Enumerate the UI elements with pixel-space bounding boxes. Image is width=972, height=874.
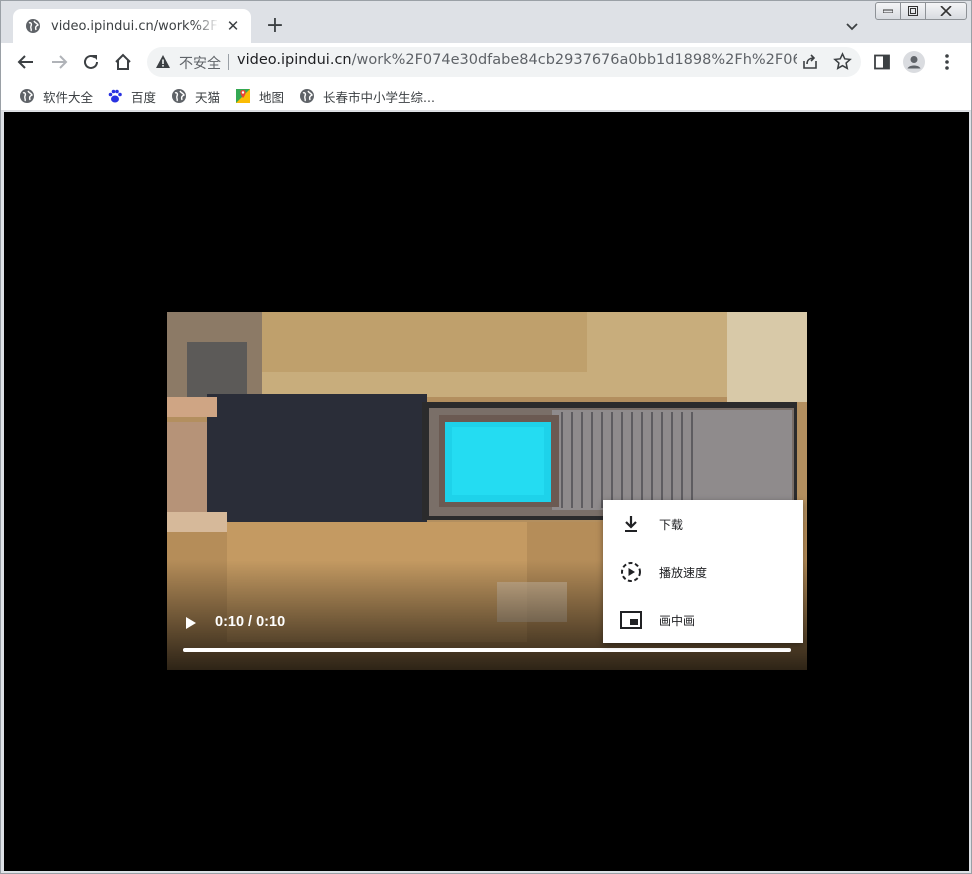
page-content: 0:10 / 0:10 下载 播放速度 画中画 xyxy=(4,112,969,871)
url-path: /work%2F074e30dfabe84cb2937676a0bb1d1898… xyxy=(351,52,797,68)
tab-search-chevron-icon[interactable] xyxy=(843,17,861,35)
tab-title: video.ipindui.cn/work%2F074e30dfabe84cb2… xyxy=(51,18,219,34)
progress-bar[interactable] xyxy=(183,648,791,652)
url-host: video.ipindui.cn xyxy=(237,52,352,68)
home-button[interactable] xyxy=(111,50,135,74)
browser-tab[interactable]: video.ipindui.cn/work%2F074e30dfabe84cb2… xyxy=(13,9,251,43)
bookmark-label: 百度 xyxy=(131,89,157,105)
bookmark-item[interactable]: 长春市中小学生综... xyxy=(299,86,435,106)
new-tab-button[interactable]: + xyxy=(263,15,287,39)
tab-strip: video.ipindui.cn/work%2F074e30dfabe84cb2… xyxy=(1,1,971,43)
forward-arrow-icon xyxy=(52,55,68,69)
bookmark-item[interactable]: 软件大全 xyxy=(19,86,93,106)
menu-item-label: 播放速度 xyxy=(659,565,708,580)
maps-icon xyxy=(236,89,250,103)
progress-fill xyxy=(183,648,791,652)
close-window-button[interactable] xyxy=(925,2,967,20)
baidu-paw-icon xyxy=(108,89,122,103)
browser-toolbar: 不安全 video.ipindui.cn/work%2F074e30dfabe8… xyxy=(1,43,971,81)
profile-button[interactable] xyxy=(902,50,926,74)
url-text[interactable]: video.ipindui.cn/work%2F074e30dfabe84cb2… xyxy=(237,52,797,68)
playback-speed-icon xyxy=(619,560,643,584)
restore-icon xyxy=(908,6,918,16)
menu-item-picture-in-picture[interactable]: 画中画 xyxy=(603,598,803,642)
bookmark-star-icon[interactable] xyxy=(833,52,852,71)
security-label[interactable]: 不安全 xyxy=(179,53,221,73)
globe-icon xyxy=(26,19,40,33)
minimize-button[interactable] xyxy=(875,2,901,20)
close-window-icon xyxy=(940,6,952,16)
play-icon[interactable] xyxy=(183,614,199,632)
browser-window: video.ipindui.cn/work%2F074e30dfabe84cb2… xyxy=(0,0,972,874)
menu-button[interactable] xyxy=(935,50,959,74)
bookmark-label: 软件大全 xyxy=(43,89,94,105)
globe-icon xyxy=(300,89,314,103)
menu-item-playback-speed[interactable]: 播放速度 xyxy=(603,550,803,594)
bookmark-item[interactable]: 天猫 xyxy=(171,86,220,106)
globe-icon xyxy=(172,89,186,103)
globe-icon xyxy=(20,89,34,103)
tab-close-icon[interactable]: ✕ xyxy=(225,18,241,34)
video-options-menu: 下载 播放速度 画中画 xyxy=(603,500,803,643)
address-divider xyxy=(228,54,229,70)
back-button[interactable] xyxy=(14,50,38,74)
download-icon xyxy=(619,512,643,536)
minimize-icon xyxy=(883,9,893,13)
profile-avatar-icon xyxy=(903,51,925,73)
reload-icon xyxy=(84,54,98,69)
menu-item-download[interactable]: 下载 xyxy=(603,502,803,546)
bookmark-item[interactable]: 百度 xyxy=(107,86,156,106)
bookmark-label: 天猫 xyxy=(195,89,221,105)
bookmark-label: 长春市中小学生综... xyxy=(323,89,435,105)
warning-icon[interactable] xyxy=(155,54,171,70)
restore-button[interactable] xyxy=(900,2,926,20)
forward-button[interactable] xyxy=(47,50,71,74)
bookmark-label: 地图 xyxy=(259,89,285,105)
side-panel-icon xyxy=(874,54,890,70)
more-vert-icon xyxy=(945,54,949,70)
bookmark-item[interactable]: 地图 xyxy=(235,86,284,106)
picture-in-picture-icon xyxy=(619,608,643,632)
share-icon[interactable] xyxy=(801,53,819,71)
reload-button[interactable] xyxy=(79,50,103,74)
home-icon xyxy=(115,53,131,70)
menu-item-label: 画中画 xyxy=(659,613,696,628)
bookmarks-bar: 软件大全 百度 天猫 地图 长春市中小学生综... xyxy=(1,81,971,111)
menu-item-label: 下载 xyxy=(659,517,684,532)
back-arrow-icon xyxy=(17,55,33,69)
time-display: 0:10 / 0:10 xyxy=(215,614,286,630)
address-bar[interactable]: 不安全 video.ipindui.cn/work%2F074e30dfabe8… xyxy=(147,47,861,77)
side-panel-button[interactable] xyxy=(870,50,894,74)
